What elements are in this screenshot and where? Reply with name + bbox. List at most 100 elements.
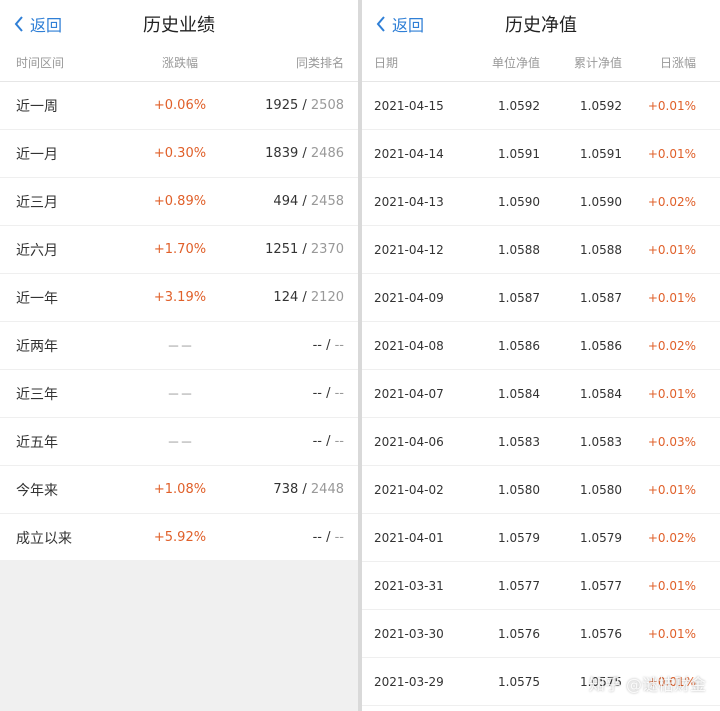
column-header-acc-nav: 累计净值 [573,56,622,70]
rank-separator: / [298,290,311,305]
rank-cell: -- / -- [240,338,358,353]
rank-cell: 738 / 2448 [240,482,358,497]
rank-value: 1839 [265,146,299,161]
daily-change-value: +0.01% [647,290,696,305]
table-row[interactable]: 2021-04-15 1.0592 1.0592 +0.01% [362,82,720,130]
table-row[interactable]: 2021-04-06 1.0583 1.0583 +0.03% [362,418,720,466]
change-value: －－ [166,388,193,403]
date-value: 2021-04-07 [374,386,444,401]
rank-separator: / [298,98,311,113]
history-performance-panel: 返回 历史业绩 时间区间 涨跌幅 同类排名 近一周 +0.06% 1925 / 25… [0,0,358,711]
date-value: 2021-04-13 [374,194,444,209]
table-row[interactable]: 2021-04-12 1.0588 1.0588 +0.01% [362,226,720,274]
unit-nav-value: 1.0590 [498,194,540,209]
table-row[interactable]: 2021-04-07 1.0584 1.0584 +0.01% [362,370,720,418]
table-row[interactable]: 近五年 －－ -- / -- [0,418,358,466]
rank-cell: 494 / 2458 [240,194,358,209]
rank-total: -- [334,386,344,401]
performance-table: 近一周 +0.06% 1925 / 2508 近一月 +0.30% 1839 / 2486… [0,82,358,562]
acc-nav-value: 1.0584 [580,386,622,401]
unit-nav-value: 1.0587 [498,290,540,305]
unit-nav-value: 1.0579 [498,530,540,545]
daily-change-value: +0.01% [647,482,696,497]
rank-separator: / [298,482,311,497]
unit-nav-value: 1.0576 [498,626,540,641]
daily-change-value: +0.01% [647,146,696,161]
daily-change-value: +0.02% [647,194,696,209]
period-label: 近一月 [16,146,58,163]
table-row[interactable]: 近一年 +3.19% 124 / 2120 [0,274,358,322]
rank-total: -- [334,434,344,449]
table-row[interactable]: 近六月 +1.70% 1251 / 2370 [0,226,358,274]
acc-nav-value: 1.0586 [580,338,622,353]
date-value: 2021-04-12 [374,242,444,257]
date-value: 2021-03-29 [374,674,444,689]
table-row[interactable]: 2021-03-30 1.0576 1.0576 +0.01% [362,610,720,658]
table-row[interactable]: 近两年 －－ -- / -- [0,322,358,370]
rank-total: 2448 [310,482,344,497]
rank-total: -- [334,338,344,353]
rank-separator: / [298,194,311,209]
table-row[interactable]: 近一月 +0.30% 1839 / 2486 [0,130,358,178]
rank-cell: -- / -- [240,434,358,449]
change-value: +0.06% [153,98,207,113]
table-row[interactable]: 近三年 －－ -- / -- [0,370,358,418]
unit-nav-value: 1.0580 [498,482,540,497]
date-value: 2021-04-06 [374,434,444,449]
column-header-change: 涨跌幅 [161,56,198,70]
rank-cell: 124 / 2120 [240,290,358,305]
table-row[interactable]: 2021-04-08 1.0586 1.0586 +0.02% [362,322,720,370]
rank-total: 2508 [310,98,344,113]
change-value: －－ [166,340,193,355]
column-header-period: 时间区间 [16,56,65,70]
date-value: 2021-04-14 [374,146,444,161]
watermark: 知乎 @谜桔财金 [588,675,706,694]
daily-change-value: +0.01% [647,386,696,401]
column-header-date: 日期 [374,56,399,70]
daily-change-value: +0.02% [647,338,696,353]
acc-nav-value: 1.0579 [580,530,622,545]
rank-value: -- [312,530,322,545]
unit-nav-value: 1.0586 [498,338,540,353]
table-row[interactable]: 2021-04-13 1.0590 1.0590 +0.02% [362,178,720,226]
date-value: 2021-04-15 [374,98,444,113]
rank-total: 2486 [310,146,344,161]
change-value: －－ [166,436,193,451]
rank-value: 1925 [265,98,299,113]
acc-nav-value: 1.0590 [580,194,622,209]
table-row[interactable]: 今年来 +1.08% 738 / 2448 [0,466,358,514]
daily-change-value: +0.01% [647,98,696,113]
rank-value: -- [312,386,322,401]
rank-value: 1251 [265,242,299,257]
table-row[interactable]: 2021-04-14 1.0591 1.0591 +0.01% [362,130,720,178]
table-header: 日期 单位净值 累计净值 日涨幅 [362,44,720,82]
table-row[interactable]: 成立以来 +5.92% -- / -- [0,514,358,562]
page-title: 历史净值 [505,15,577,36]
page-title: 历史业绩 [143,15,215,36]
history-nav-panel: 返回 历史净值 日期 单位净值 累计净值 日涨幅 2021-04-15 1.059… [362,0,720,711]
daily-change-value: +0.03% [647,434,696,449]
acc-nav-value: 1.0587 [580,290,622,305]
acc-nav-value: 1.0576 [580,626,622,641]
rank-cell: 1251 / 2370 [240,242,358,257]
column-header-unit-nav: 单位净值 [491,56,540,70]
table-row[interactable]: 近三月 +0.89% 494 / 2458 [0,178,358,226]
table-row[interactable]: 2021-04-02 1.0580 1.0580 +0.01% [362,466,720,514]
table-row[interactable]: 2021-04-09 1.0587 1.0587 +0.01% [362,274,720,322]
period-label: 近一年 [16,290,58,307]
nav-table: 2021-04-15 1.0592 1.0592 +0.01% 2021-04-14 1.… [362,82,720,706]
table-row[interactable]: 近一周 +0.06% 1925 / 2508 [0,82,358,130]
rank-cell: -- / -- [240,530,358,545]
daily-change-value: +0.01% [647,578,696,593]
table-row[interactable]: 2021-04-01 1.0579 1.0579 +0.02% [362,514,720,562]
rank-total: 2370 [310,242,344,257]
unit-nav-value: 1.0584 [498,386,540,401]
table-header: 时间区间 涨跌幅 同类排名 [0,44,358,82]
acc-nav-value: 1.0580 [580,482,622,497]
rank-value: -- [312,434,322,449]
table-row[interactable]: 2021-03-31 1.0577 1.0577 +0.01% [362,562,720,610]
rank-value: 124 [273,290,299,305]
acc-nav-value: 1.0588 [580,242,622,257]
acc-nav-value: 1.0583 [580,434,622,449]
period-label: 近三年 [16,386,58,403]
